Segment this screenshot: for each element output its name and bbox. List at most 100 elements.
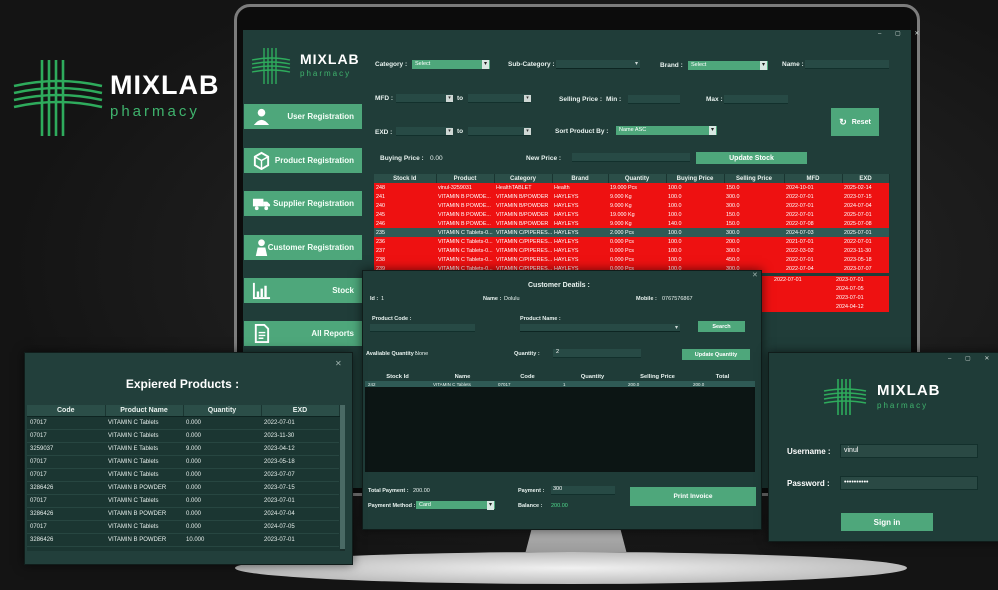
username-label: Username : bbox=[787, 447, 831, 456]
column-header[interactable]: Total bbox=[690, 372, 755, 381]
window-controls[interactable]: – ▢ ✕ bbox=[948, 355, 995, 362]
table-row[interactable]: 07017 VITAMIN C Tablets 0.000 2023-11-30 bbox=[27, 429, 339, 443]
new-price-input[interactable] bbox=[572, 153, 690, 162]
column-header[interactable]: EXD bbox=[261, 405, 340, 417]
payment-input[interactable]: 300 bbox=[551, 486, 615, 495]
sidebar-item-all-reports[interactable]: All Reports bbox=[244, 321, 362, 346]
calendar-icon[interactable]: ▾ bbox=[524, 95, 531, 102]
table-cell: VITAMIN E Tablets bbox=[105, 442, 183, 456]
calendar-icon[interactable]: ▾ bbox=[446, 128, 453, 135]
table-cell: 2022-07-01 bbox=[784, 192, 842, 201]
sidebar-item-user-registration[interactable]: User Registration bbox=[244, 104, 362, 129]
column-header[interactable]: EXD bbox=[842, 174, 890, 183]
payment-method-label: Payment Method : bbox=[368, 503, 416, 509]
sidebar-item-supplier-registration[interactable]: Supplier Registration bbox=[244, 191, 362, 216]
table-row[interactable]: 07017 VITAMIN C Tablets 0.000 2023-07-01 bbox=[27, 494, 339, 508]
table-row[interactable]: 236 VITAMIN C Tablets-0... VITAMIN C/PIPER… bbox=[374, 237, 889, 246]
column-header[interactable]: Code bbox=[27, 405, 106, 417]
table-row[interactable]: 241 VITAMIN B POWDE... VITAMIN B/POWDER HAY… bbox=[374, 192, 889, 201]
close-icon[interactable]: ✕ bbox=[335, 359, 342, 368]
table-row[interactable]: 240 VITAMIN B POWDE... VITAMIN B/POWDER HAY… bbox=[374, 201, 889, 210]
column-header[interactable]: Selling Price bbox=[724, 174, 785, 183]
sort-select[interactable]: Name ASC bbox=[616, 126, 717, 135]
login-brand: MIXLAB bbox=[877, 382, 941, 399]
table-cell: 2022-07-08 bbox=[784, 219, 842, 228]
buying-price-label: Buying Price : bbox=[380, 155, 424, 162]
sidebar-item-stock[interactable]: Stock bbox=[244, 278, 362, 303]
column-header[interactable]: Product bbox=[436, 174, 495, 183]
min-price-input[interactable] bbox=[628, 95, 680, 104]
table-row[interactable]: 3286426 VITAMIN B POWDER 0.000 2024-07-04 bbox=[27, 507, 339, 521]
cart-table: Stock Id Name Code Quantity Selling Pric… bbox=[365, 372, 755, 387]
mfd-to-input[interactable] bbox=[468, 94, 530, 103]
table-row[interactable]: 235 VITAMIN C Tablets-0... VITAMIN C/PIPER… bbox=[374, 228, 889, 237]
subcategory-select[interactable] bbox=[556, 60, 640, 69]
table-row[interactable]: 3286426 VITAMIN B POWDER 10.000 2023-07-01 bbox=[27, 533, 339, 547]
table-cell: 2023-07-07 bbox=[261, 468, 339, 482]
category-select[interactable]: Select bbox=[412, 60, 490, 69]
table-row[interactable]: 245 VITAMIN B POWDE... VITAMIN B/POWDER HAY… bbox=[374, 210, 889, 219]
table-cell: 0.000 bbox=[183, 455, 261, 469]
exd-from-input[interactable] bbox=[396, 127, 452, 136]
table-row[interactable]: 237 VITAMIN C Tablets-0... VITAMIN C/PIPER… bbox=[374, 246, 889, 255]
column-header[interactable]: Code bbox=[495, 372, 560, 381]
new-price-label: New Price : bbox=[526, 155, 562, 162]
table-cell: VITAMIN B POWDE... bbox=[436, 192, 494, 201]
scrollbar-thumb[interactable] bbox=[340, 405, 345, 549]
table-row[interactable]: 07017 VITAMIN C Tablets 0.000 2023-07-07 bbox=[27, 468, 339, 482]
calendar-icon[interactable]: ▾ bbox=[446, 95, 453, 102]
table-row[interactable]: 3259037 VITAMIN E Tablets 9.000 2023-04-12 bbox=[27, 442, 339, 456]
table-cell: 9.000 Kg bbox=[608, 201, 666, 210]
product-name-select[interactable] bbox=[520, 324, 680, 333]
name-input[interactable] bbox=[805, 60, 889, 69]
update-stock-button[interactable]: Update Stock bbox=[696, 152, 807, 164]
table-row[interactable]: 238 VITAMIN C Tablets-0... VITAMIN C/PIPER… bbox=[374, 255, 889, 264]
column-header[interactable]: Stock Id bbox=[374, 174, 437, 183]
sidebar-item-product-registration[interactable]: Product Registration bbox=[244, 148, 362, 173]
category-label: Category : bbox=[375, 61, 408, 68]
payment-method-select[interactable]: Card bbox=[416, 501, 495, 510]
username-input[interactable]: vinul bbox=[840, 444, 978, 458]
table-cell: 2025-07-01 bbox=[842, 228, 889, 237]
column-header[interactable]: Selling Price bbox=[625, 372, 690, 381]
update-quantity-button[interactable]: Update Quantity bbox=[682, 349, 750, 360]
max-price-input[interactable] bbox=[724, 95, 788, 104]
print-invoice-button[interactable]: Print Invoice bbox=[630, 487, 756, 506]
reset-button[interactable]: ↻ Reset bbox=[831, 108, 879, 136]
sidebar-item-customer-registration[interactable]: Customer Registration bbox=[244, 235, 362, 260]
table-row[interactable]: 07017 VITAMIN C Tablets 0.000 2023-05-18 bbox=[27, 455, 339, 469]
exd-to-input[interactable] bbox=[468, 127, 530, 136]
table-cell: 2024-07-05 bbox=[261, 520, 339, 534]
calendar-icon[interactable]: ▾ bbox=[524, 128, 531, 135]
table-row[interactable]: 246 VITAMIN B POWDE... VITAMIN B/POWDER HAY… bbox=[374, 219, 889, 228]
column-header[interactable]: Buying Price bbox=[666, 174, 725, 183]
table-row[interactable]: 248 vinul-3259031 HealthTABLET Health 19.000… bbox=[374, 183, 889, 192]
column-header[interactable]: Quantity bbox=[183, 405, 262, 417]
password-input[interactable]: •••••••••• bbox=[840, 476, 978, 490]
column-header[interactable]: Stock Id bbox=[365, 372, 430, 381]
column-header[interactable]: Category bbox=[494, 174, 553, 183]
close-icon[interactable]: ✕ bbox=[752, 271, 758, 279]
sign-in-button[interactable]: Sign in bbox=[841, 513, 933, 531]
window-controls[interactable]: – ▢ ✕ bbox=[878, 30, 925, 37]
table-row[interactable]: 07017 VITAMIN C Tablets 0.000 2022-07-01 bbox=[27, 416, 339, 430]
mfd-from-input[interactable] bbox=[396, 94, 452, 103]
column-header[interactable]: Product Name bbox=[105, 405, 184, 417]
column-header[interactable]: Quantity bbox=[608, 174, 667, 183]
column-header[interactable]: Name bbox=[430, 372, 495, 381]
table-row[interactable]: 07017 VITAMIN C Tablets 0.000 2024-07-05 bbox=[27, 520, 339, 534]
stock-table: Stock Id Product Category Brand Quantity… bbox=[374, 174, 890, 273]
column-header[interactable]: Quantity bbox=[560, 372, 625, 381]
search-button[interactable]: Search bbox=[698, 321, 745, 332]
table-cell: 9.000 bbox=[183, 442, 261, 456]
product-code-input[interactable] bbox=[370, 324, 475, 332]
column-header[interactable]: Brand bbox=[552, 174, 609, 183]
column-header[interactable]: MFD bbox=[784, 174, 843, 183]
table-cell: 100.0 bbox=[666, 228, 724, 237]
table-row[interactable]: 3286426 VITAMIN B POWDER 0.000 2023-07-15 bbox=[27, 481, 339, 495]
brand-select[interactable]: Select bbox=[688, 61, 768, 70]
table-cell: 2023-11-30 bbox=[261, 429, 339, 443]
quantity-input[interactable]: 2 bbox=[553, 349, 641, 358]
table-row[interactable]: 242 VITAMIN C Tablets 07017 1 200.0 200.… bbox=[365, 381, 755, 387]
table-cell: 2023-07-01 bbox=[261, 533, 339, 547]
